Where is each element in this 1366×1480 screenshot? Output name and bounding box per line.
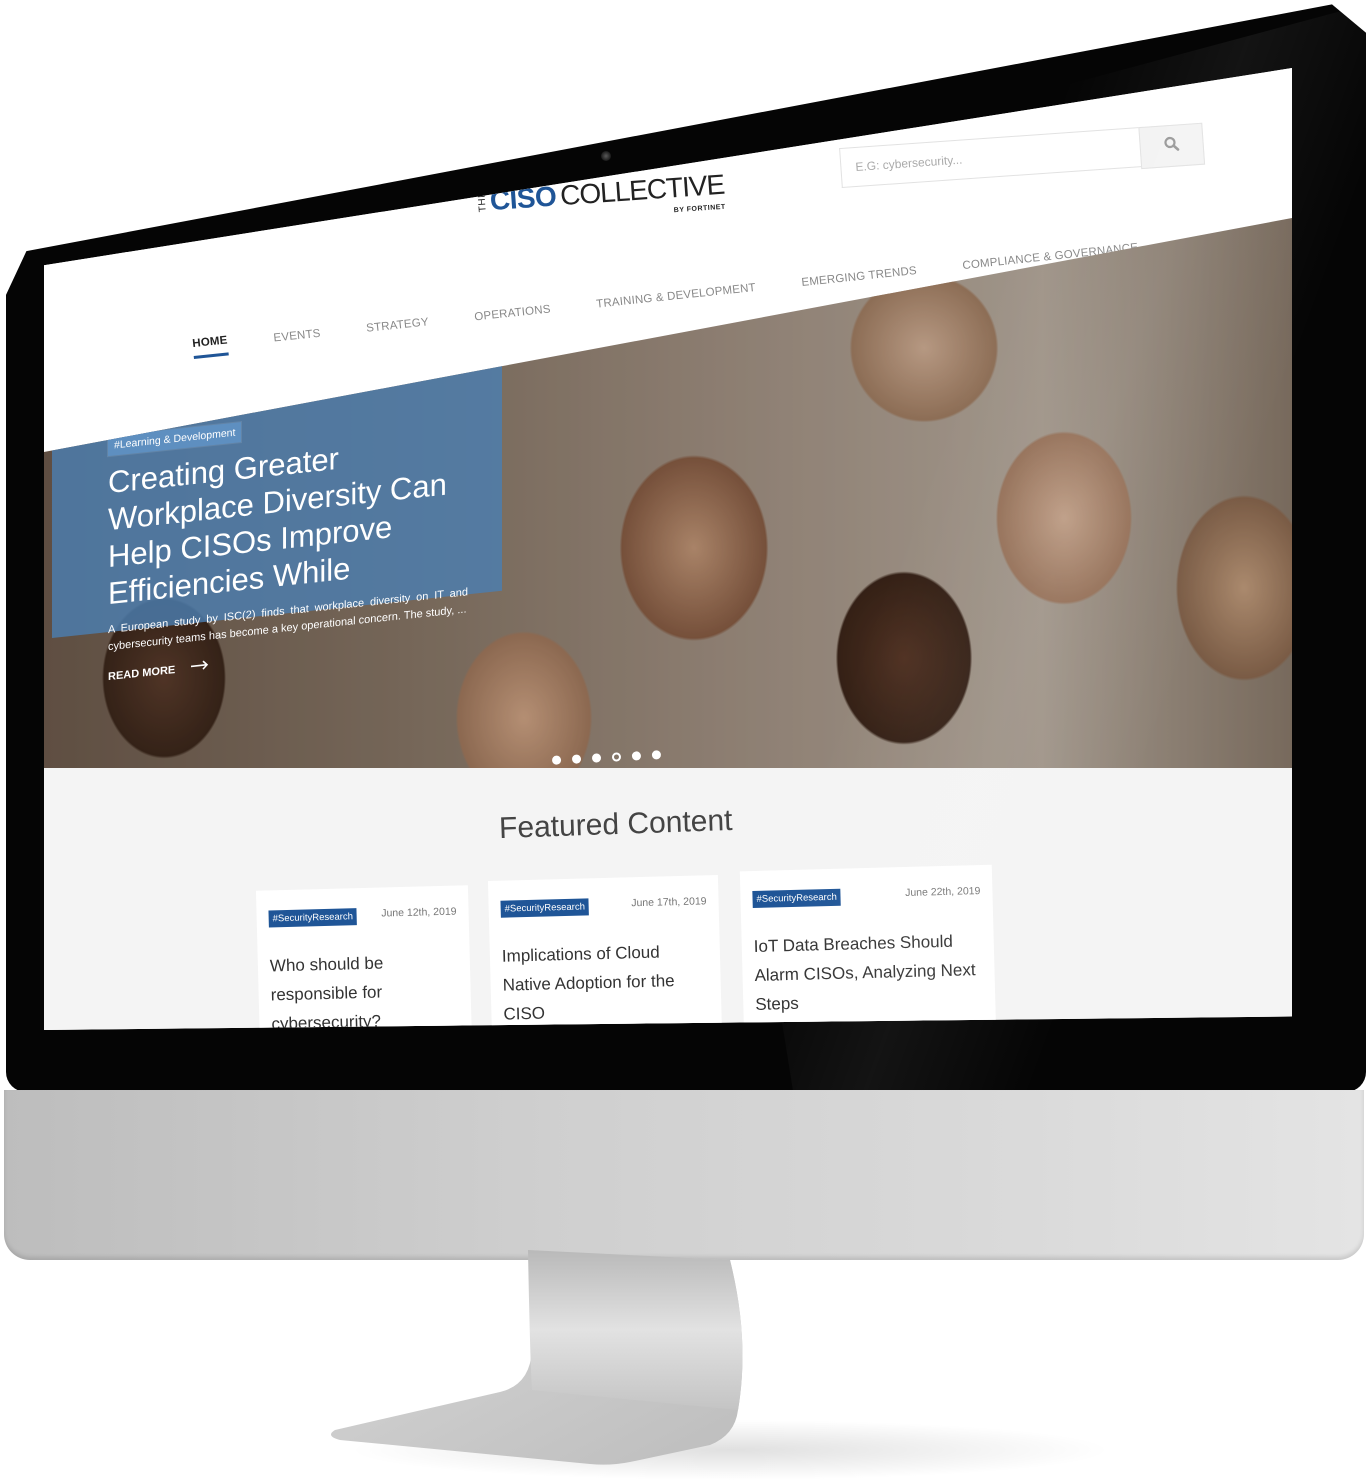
hero-title[interactable]: Creating Greater Workplace Diversity Can…	[108, 425, 478, 612]
featured-card[interactable]: #SecurityResearch June 12th, 2019 Who sh…	[255, 885, 473, 1030]
card-title[interactable]: Who should be responsible for cybersecur…	[270, 947, 460, 1030]
hero-tag[interactable]: #Learning & Development	[108, 422, 242, 457]
monitor-chin	[4, 1090, 1364, 1260]
slider-dot[interactable]	[591, 753, 602, 763]
slider-dot[interactable]	[651, 750, 662, 760]
card-date: June 12th, 2019	[381, 905, 457, 920]
webcam-icon	[601, 151, 611, 161]
slider-dot[interactable]	[571, 754, 582, 764]
nav-item-strategy[interactable]: STRATEGY	[366, 316, 430, 340]
nav-item-home[interactable]: HOME	[191, 334, 230, 359]
slider-dot[interactable]	[631, 751, 642, 761]
nav-item-operations[interactable]: OPERATIONS	[474, 303, 552, 329]
card-tag[interactable]: #SecurityResearch	[268, 908, 358, 928]
featured-card[interactable]: #SecurityResearch June 17th, 2019 Implic…	[487, 875, 723, 1030]
hero-article-card: June 27th, 2019 #Learning & Development …	[52, 330, 502, 683]
card-date: June 17th, 2019	[631, 895, 707, 910]
arrow-right-icon	[191, 659, 209, 674]
imac-monitor: THE CISO COLLECTIVE BY FORTINET HOME EVE…	[0, 0, 1366, 1480]
monitor-stand	[331, 1250, 1110, 1480]
slider-dot-active[interactable]	[611, 752, 622, 762]
featured-heading: Featured Content	[498, 803, 733, 846]
card-title[interactable]: Implications of Cloud Native Adoption fo…	[502, 936, 710, 1028]
nav-item-events[interactable]: EVENTS	[273, 328, 322, 351]
slider-dot[interactable]	[551, 755, 562, 765]
card-tag[interactable]: #SecurityResearch	[500, 898, 590, 918]
